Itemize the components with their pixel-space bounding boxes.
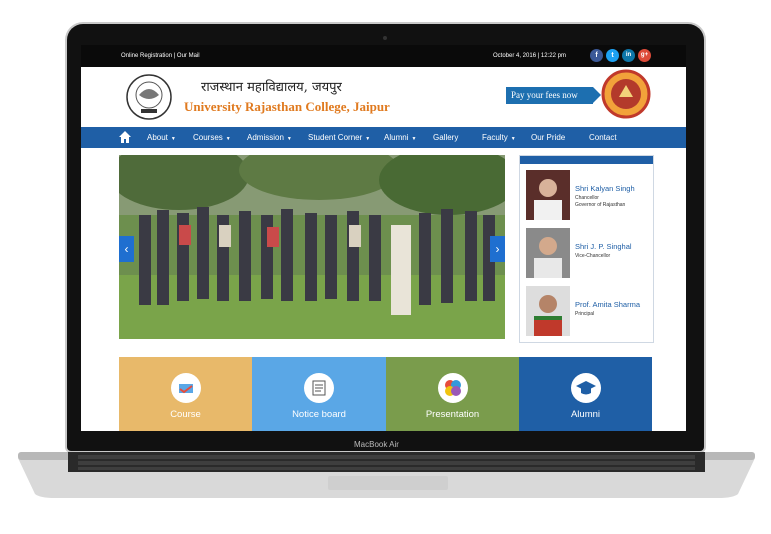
tile-label: Alumni [570, 409, 601, 420]
laptop-base [18, 452, 755, 498]
slider-next-button[interactable]: › [490, 236, 505, 262]
person-photo [526, 286, 570, 336]
person-photo [526, 170, 570, 220]
date-time: October 4, 2016 | 12:22 pm [493, 53, 566, 59]
nav-admission[interactable]: Admission ▼ [247, 133, 292, 142]
google-plus-icon[interactable]: g+ [638, 49, 651, 62]
top-bar: Online Registration | Our Mail October 4… [81, 45, 686, 67]
tile-alumni[interactable]: Alumni [519, 357, 652, 431]
top-links[interactable]: Online Registration | Our Mail [121, 53, 200, 59]
slider-prev-button[interactable]: ‹ [119, 236, 134, 262]
laptop-brand-label: MacBook Air [354, 440, 399, 449]
tile-presentation[interactable]: Presentation [386, 357, 519, 431]
site-header: राजस्थान महाविद्यालय, जयपुर University R… [81, 67, 686, 127]
person-photo [526, 228, 570, 278]
hindi-title: राजस्थान महाविद्यालय, जयपुर [201, 80, 342, 95]
linkedin-icon[interactable]: in [622, 49, 635, 62]
person-role: Vice-Chancellor [575, 253, 611, 259]
notice-board-icon [304, 373, 334, 403]
website-screen: Online Registration | Our Mail October 4… [81, 45, 686, 431]
graduation-cap-icon [571, 373, 601, 403]
twitter-icon[interactable]: t [606, 49, 619, 62]
tile-label: Notice board [292, 409, 346, 420]
university-emblem-logo[interactable] [601, 69, 651, 119]
person-card[interactable]: Prof. Amita Sharma Principal [526, 286, 650, 338]
nav-alumni[interactable]: Alumni ▼ [384, 133, 416, 142]
tile-label: Presentation [425, 409, 480, 420]
person-name[interactable]: Shri Kalyan Singh [575, 184, 635, 193]
person-role: Chancellor Governor of Rajasthan [575, 195, 626, 208]
main-nav: About ▼ Courses ▼ Admission ▼ Student Corne… [81, 127, 686, 148]
pay-fees-button[interactable]: Pay your fees now [506, 87, 593, 104]
hero-slider-image [119, 155, 505, 339]
college-seal-logo[interactable] [125, 73, 173, 121]
nav-student-corner[interactable]: Student Corner ▼ [308, 133, 370, 142]
person-name[interactable]: Prof. Amita Sharma [575, 300, 640, 309]
english-title: University Rajasthan College, Jaipur [184, 99, 390, 114]
tile-label: Course [170, 409, 201, 420]
tile-course[interactable]: Course [119, 357, 252, 431]
nav-faculty[interactable]: Faculty ▼ [482, 133, 516, 142]
person-role: Principal [575, 311, 595, 317]
course-icon [171, 373, 201, 403]
person-card[interactable]: Shri J. P. Singhal Vice-Chancellor [526, 228, 650, 280]
nav-gallery[interactable]: Gallery [433, 133, 458, 142]
person-card[interactable]: Shri Kalyan Singh Chancellor Governor of … [526, 170, 650, 222]
nav-courses[interactable]: Courses ▼ [193, 133, 231, 142]
nav-our-pride[interactable]: Our Pride [531, 133, 565, 142]
nav-contact[interactable]: Contact [589, 133, 617, 142]
tile-notice-board[interactable]: Notice board [252, 357, 386, 431]
panel-header-bar [520, 156, 653, 164]
presentation-icon [438, 373, 468, 403]
dignitaries-panel: Shri Kalyan Singh Chancellor Governor of … [519, 155, 654, 343]
pay-fees-arrow [593, 87, 601, 103]
facebook-icon[interactable]: f [590, 49, 603, 62]
home-icon[interactable] [118, 130, 132, 144]
person-name[interactable]: Shri J. P. Singhal [575, 242, 632, 251]
nav-about[interactable]: About ▼ [147, 133, 176, 142]
camera-icon [383, 36, 387, 40]
